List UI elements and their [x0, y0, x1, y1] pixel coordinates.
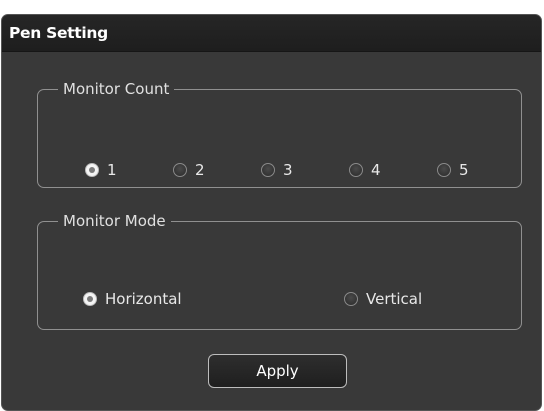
radio-label: 4	[371, 161, 381, 179]
radio-selected-icon	[83, 292, 97, 306]
monitor-count-group: Monitor Count 1 2 3 4 5	[37, 80, 522, 188]
radio-label: 2	[195, 161, 205, 179]
radio-label: 3	[283, 161, 293, 179]
dialog-title: Pen Setting	[9, 24, 108, 42]
monitor-count-radio-2[interactable]: 2	[173, 161, 205, 179]
apply-button[interactable]: Apply	[208, 354, 347, 388]
radio-selected-icon	[85, 163, 99, 177]
radio-unselected-icon	[173, 163, 187, 177]
radio-label: Vertical	[366, 290, 423, 308]
monitor-count-radio-3[interactable]: 3	[261, 161, 293, 179]
radio-unselected-icon	[261, 163, 275, 177]
radio-unselected-icon	[349, 163, 363, 177]
pen-setting-dialog: Pen Setting Monitor Count 1 2 3 4 5 Moni…	[1, 14, 542, 411]
radio-unselected-icon	[344, 292, 358, 306]
radio-unselected-icon	[437, 163, 451, 177]
title-bar: Pen Setting	[2, 15, 541, 52]
monitor-count-legend: Monitor Count	[63, 80, 170, 98]
monitor-count-radio-1[interactable]: 1	[85, 161, 117, 179]
radio-label: Horizontal	[105, 290, 182, 308]
monitor-mode-legend: Monitor Mode	[63, 212, 166, 230]
monitor-mode-radio-horizontal[interactable]: Horizontal	[83, 290, 182, 308]
radio-label: 1	[107, 161, 117, 179]
monitor-count-radio-5[interactable]: 5	[437, 161, 469, 179]
monitor-mode-group: Monitor Mode Horizontal Vertical	[37, 212, 522, 330]
monitor-mode-radio-vertical[interactable]: Vertical	[344, 290, 422, 308]
radio-label: 5	[459, 161, 469, 179]
monitor-count-radio-4[interactable]: 4	[349, 161, 381, 179]
